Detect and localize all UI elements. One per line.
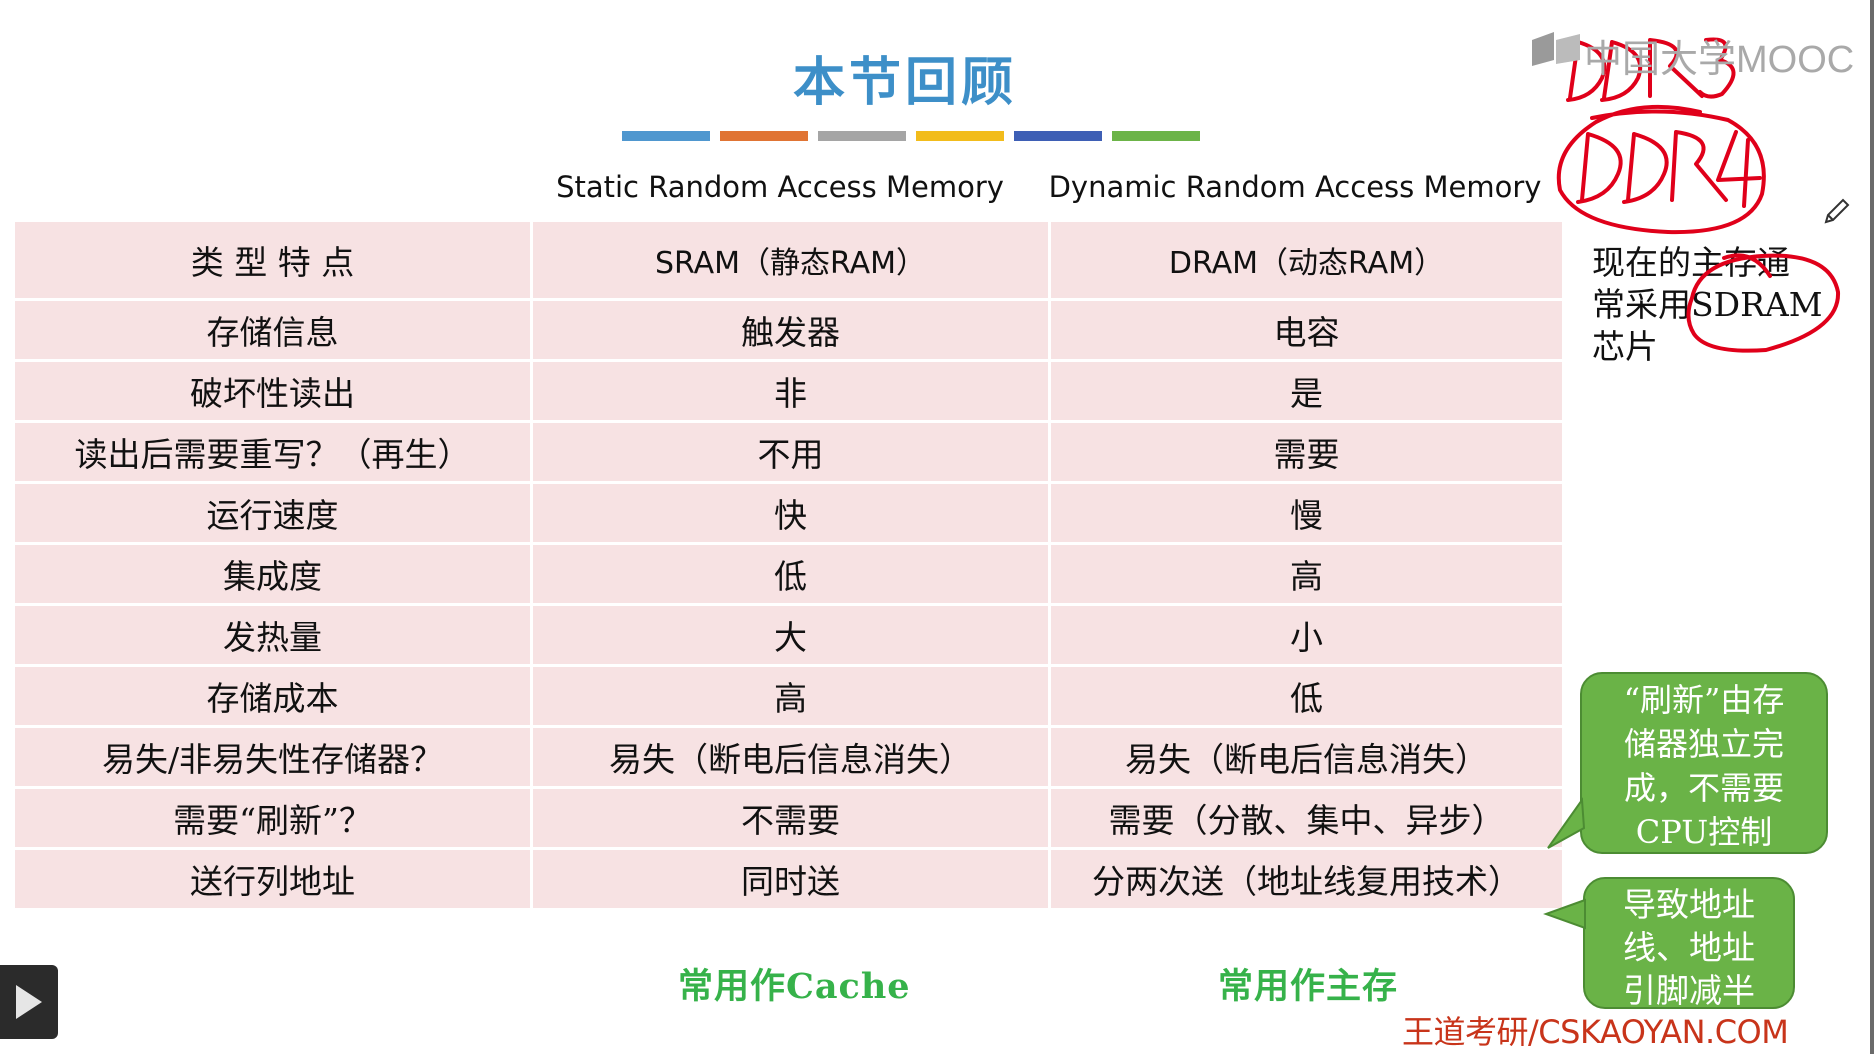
color-bar-4 (916, 131, 1004, 141)
header-cell-type: 类 型 特 点 (12, 219, 533, 301)
callout-line: 导致地址 (1623, 885, 1755, 924)
mooc-watermark: 中国大学MOOC (1584, 39, 1855, 81)
dram-value: 低 (1048, 664, 1565, 728)
dram-value: 小 (1048, 603, 1565, 667)
refresh-callout: “刷新”由存 储器独立完 成，不需要 CPU控制 (1580, 672, 1828, 854)
callout-line: 引脚减半 (1623, 971, 1755, 1010)
sram-value: 快 (530, 481, 1051, 545)
table-row: 需要“刷新”？ 不需要 需要（分散、集中、异步） (12, 786, 1565, 850)
sdram-note: 现在的主存通 常采用SDRAM 芯片 (1592, 242, 1842, 368)
dram-value: 分两次送（地址线复用技术） (1048, 847, 1565, 911)
color-bar-2 (720, 131, 808, 141)
table-row: 运行速度快慢 (12, 481, 1565, 545)
sram-fullname: Static Random Access Memory (556, 170, 1004, 204)
header-cell-sram: SRAM（静态RAM） (530, 219, 1051, 301)
table-row: 破坏性读出非是 (12, 359, 1565, 423)
note-line: 常采用SDRAM (1592, 285, 1823, 324)
row-label: 易失/非易失性存储器？ (12, 725, 533, 789)
color-bar-3 (818, 131, 906, 141)
sram-value: 易失（断电后信息消失） (530, 725, 1051, 789)
dram-value: 电容 (1048, 298, 1565, 362)
row-label: 破坏性读出 (12, 359, 533, 423)
sram-usage-label: 常用作Cache (678, 966, 911, 1007)
table-header-row: 类 型 特 点 SRAM（静态RAM） DRAM（动态RAM） (12, 219, 1565, 301)
dram-value: 需要 (1048, 420, 1565, 484)
color-bar-1 (622, 131, 710, 141)
title-color-bars (622, 131, 1200, 141)
dram-fullname: Dynamic Random Access Memory (1048, 170, 1542, 204)
row-label: 运行速度 (12, 481, 533, 545)
row-label: 存储信息 (12, 298, 533, 362)
pencil-icon[interactable] (1822, 196, 1852, 226)
sram-value: 不用 (530, 420, 1051, 484)
row-label: 需要“刷新”？ (12, 786, 533, 850)
callout-line: CPU控制 (1635, 813, 1773, 851)
window-edge (1870, 0, 1874, 1054)
dram-value: 是 (1048, 359, 1565, 423)
address-callout: 导致地址 线、地址 引脚减半 (1583, 877, 1795, 1010)
callout-line: 成，不需要 (1623, 769, 1784, 807)
sram-value: 低 (530, 542, 1051, 606)
header-cell-dram: DRAM（动态RAM） (1048, 219, 1565, 301)
sram-value: 高 (530, 664, 1051, 728)
dram-value: 慢 (1048, 481, 1565, 545)
note-line: 芯片 (1592, 327, 1658, 366)
sram-value: 非 (530, 359, 1051, 423)
dram-value: 易失（断电后信息消失） (1048, 725, 1565, 789)
play-button[interactable] (0, 965, 58, 1039)
comparison-table: 类 型 特 点 SRAM（静态RAM） DRAM（动态RAM） 存储信息 触发器电… (12, 219, 1565, 911)
callout-line: “刷新”由存 (1623, 681, 1785, 719)
dram-value: 高 (1048, 542, 1565, 606)
table-row: 集成度低高 (12, 542, 1565, 606)
sram-value: 同时送 (530, 847, 1051, 911)
row-label: 存储成本 (12, 664, 533, 728)
table-row: 发热量大小 (12, 603, 1565, 667)
table-row: 易失/非易失性存储器？ 易失（断电后信息消失） 易失（断电后信息消失） (12, 725, 1565, 789)
play-icon (16, 985, 42, 1019)
dram-value: 需要（分散、集中、异步） (1048, 786, 1565, 850)
dram-usage-label: 常用作主存 (1218, 966, 1399, 1007)
brand-footer: 王道考研/CSKAOYAN.COM (1402, 1013, 1789, 1051)
table-row: 送行列地址 同时送 分两次送（地址线复用技术） (12, 847, 1565, 911)
row-label: 集成度 (12, 542, 533, 606)
sram-value: 不需要 (530, 786, 1051, 850)
lecture-slide: 本节回顾 Static Random Access Memory Dynamic… (0, 0, 1874, 1054)
note-line: 现在的主存通 (1592, 243, 1790, 282)
table-row: 存储成本高低 (12, 664, 1565, 728)
sram-value: 触发器 (530, 298, 1051, 362)
row-label: 读出后需要重写？（再生） (12, 420, 533, 484)
color-bar-6 (1112, 131, 1200, 141)
mooc-logo-icon (1532, 32, 1580, 66)
table-row: 存储信息 触发器 电容 (12, 298, 1565, 362)
color-bar-5 (1014, 131, 1102, 141)
row-label: 送行列地址 (12, 847, 533, 911)
sram-value: 大 (530, 603, 1051, 667)
callout-line: 线、地址 (1623, 928, 1755, 967)
table-row: 读出后需要重写？（再生） 不用 需要 (12, 420, 1565, 484)
callout-line: 储器独立完 (1623, 725, 1784, 763)
row-label: 发热量 (12, 603, 533, 667)
